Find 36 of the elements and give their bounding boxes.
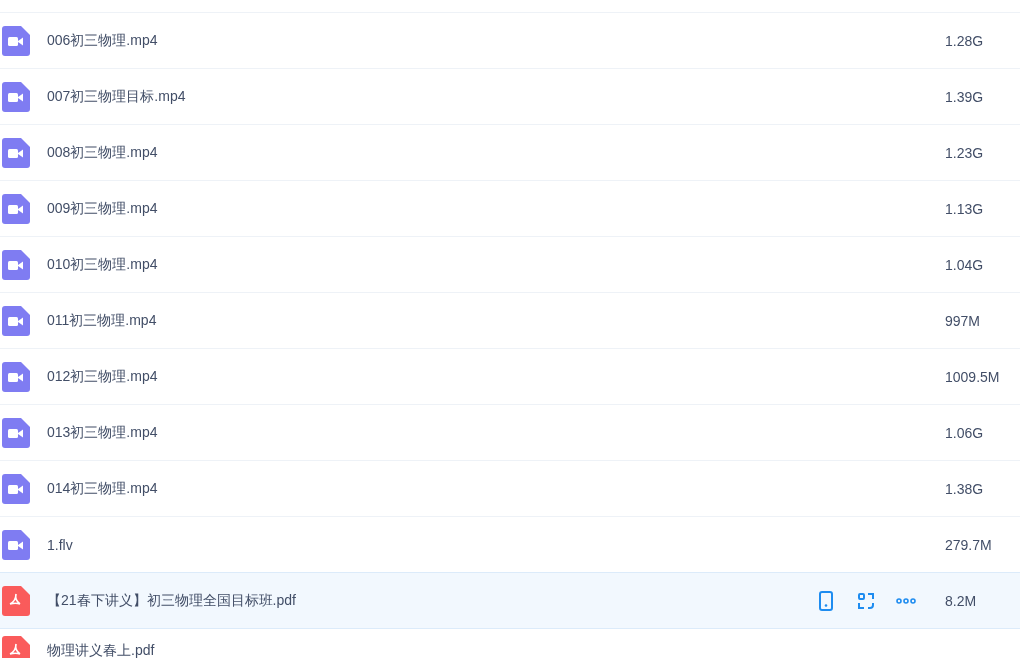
file-name: 012初三物理.mp4	[47, 367, 159, 386]
video-file-icon	[2, 137, 30, 168]
video-file-icon	[2, 361, 30, 392]
pdf-file-icon	[2, 636, 30, 658]
video-file-icon	[2, 473, 30, 504]
video-file-icon	[2, 25, 30, 56]
file-size: 8.2M	[945, 592, 978, 609]
video-file-icon	[2, 529, 30, 560]
file-size: 1.28G	[945, 32, 985, 49]
file-size: 279.7M	[945, 536, 993, 553]
file-row[interactable]: 【21春下讲义】初三物理全国目标班.pdf 8.2M	[0, 572, 1020, 629]
video-file-icon	[2, 249, 30, 280]
file-size: 1009.5M	[945, 368, 1001, 385]
file-name: 007初三物理目标.mp4	[47, 87, 187, 106]
file-size: 1.13G	[945, 200, 985, 217]
file-name: 009初三物理.mp4	[47, 199, 159, 218]
file-size: 1.38G	[945, 480, 985, 497]
file-name: 014初三物理.mp4	[47, 479, 159, 498]
file-size: 997M	[945, 312, 982, 329]
file-name: 013初三物理.mp4	[47, 423, 159, 442]
video-file-icon	[2, 193, 30, 224]
pdf-file-icon	[2, 585, 30, 616]
file-size: 1.39G	[945, 88, 985, 105]
video-file-icon	[2, 417, 30, 448]
file-name: 【21春下讲义】初三物理全国目标班.pdf	[47, 591, 297, 610]
file-size: 1.04G	[945, 256, 985, 273]
file-name: 011初三物理.mp4	[47, 311, 158, 330]
file-size: 1.06G	[945, 424, 985, 441]
file-name: 006初三物理.mp4	[47, 31, 159, 50]
file-name: 物理讲义春上.pdf	[47, 642, 156, 658]
video-file-icon	[2, 81, 30, 112]
file-name: 008初三物理.mp4	[47, 143, 159, 162]
file-name: 1.flv	[47, 536, 74, 553]
video-file-icon	[2, 305, 30, 336]
file-name: 010初三物理.mp4	[47, 255, 159, 274]
file-size: 1.23G	[945, 144, 985, 161]
